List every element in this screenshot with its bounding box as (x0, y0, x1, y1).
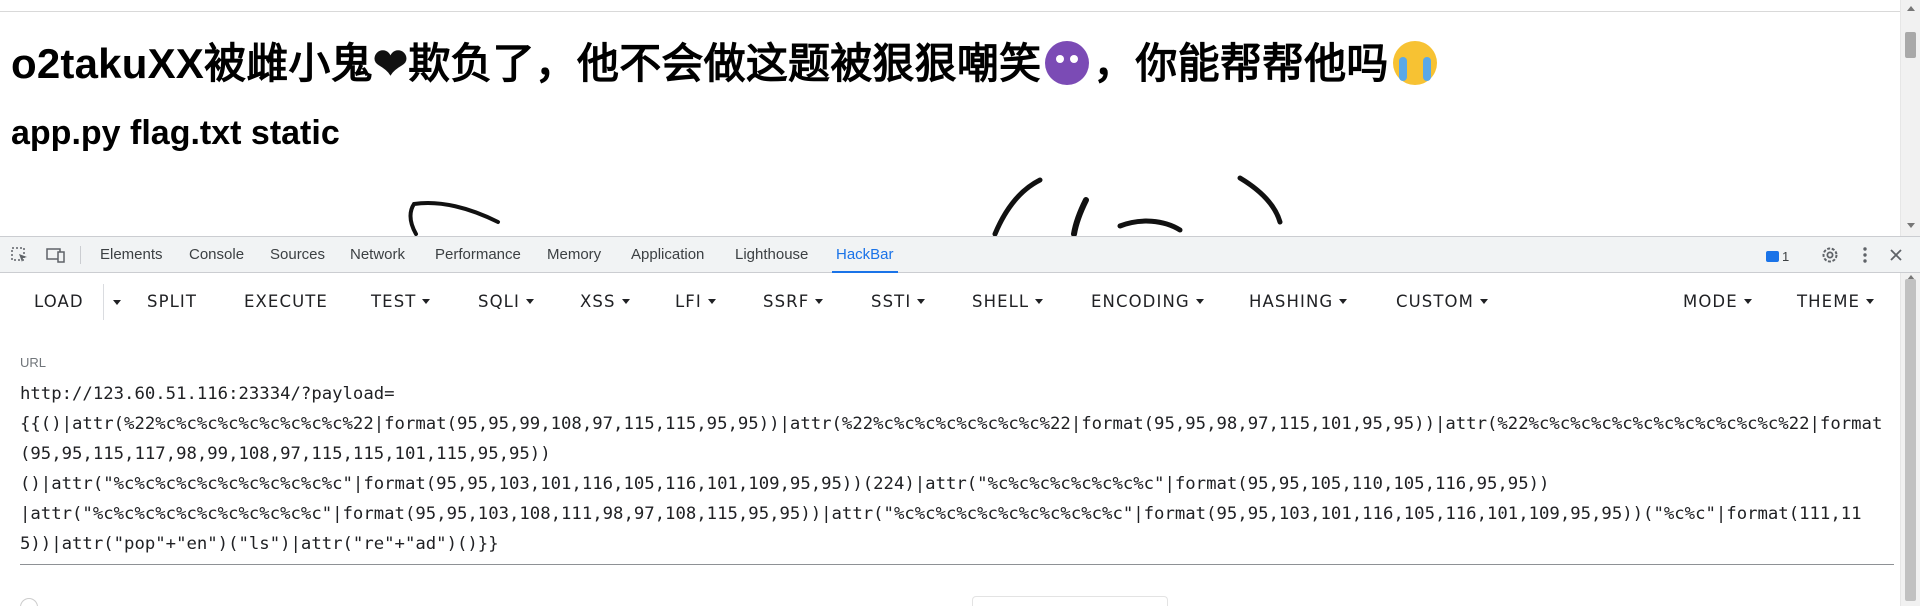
chevron-down-icon (1339, 299, 1348, 304)
chevron-down-icon (525, 299, 534, 304)
hashing-menu[interactable]: HASHING (1249, 274, 1348, 330)
sqli-menu-label: SQLI (478, 292, 520, 311)
chevron-down-icon (815, 299, 824, 304)
chevron-down-icon (1195, 299, 1204, 304)
scroll-down-arrow-icon[interactable] (1907, 223, 1915, 228)
load-divider (103, 284, 104, 320)
chevron-down-icon (422, 299, 431, 304)
lfi-menu-label: LFI (675, 292, 702, 311)
ssti-menu[interactable]: SSTI (871, 274, 926, 330)
shell-menu-label: SHELL (972, 292, 1030, 311)
hackbar-toolbar: LOAD SPLIT EXECUTE TEST SQLI XSS LFI SSR… (0, 274, 1898, 330)
devtools-tabbar: Elements Console Sources Network Perform… (0, 237, 1920, 273)
close-devtools-icon[interactable] (1886, 246, 1906, 264)
tab-performance[interactable]: Performance (435, 237, 521, 273)
crying-face-emoji-icon (1392, 41, 1437, 85)
lfi-menu[interactable]: LFI (675, 274, 716, 330)
heart-icon: ❤ (372, 40, 409, 87)
tab-hackbar[interactable]: HackBar (832, 237, 898, 273)
mode-menu-label: MODE (1683, 292, 1738, 311)
execute-button[interactable]: EXECUTE (244, 274, 328, 330)
page-top-divider (0, 11, 1900, 12)
page-scroll-thumb[interactable] (1905, 32, 1916, 58)
tab-sources[interactable]: Sources (270, 237, 325, 273)
devtools-panel: Elements Console Sources Network Perform… (0, 236, 1920, 606)
smiling-devil-emoji-icon (1045, 41, 1090, 85)
chevron-down-icon (707, 299, 716, 304)
load-button[interactable]: LOAD (34, 274, 84, 330)
file-list-heading: app.py flag.txt static (11, 114, 340, 152)
issues-message-icon (1766, 250, 1779, 262)
url-field-label: URL (20, 355, 47, 370)
test-menu-label: TEST (371, 292, 417, 311)
tab-application[interactable]: Application (631, 237, 704, 273)
page-viewport: o2takuXX被雌小鬼❤欺负了，他不会做这题被狠狠嘲笑 ，你能帮帮他吗 app.… (0, 0, 1920, 236)
chevron-down-icon (1035, 299, 1044, 304)
issues-counter[interactable]: 1 (1766, 247, 1789, 265)
split-button[interactable]: SPLIT (147, 274, 197, 330)
sketch-illustration (408, 175, 1283, 236)
shell-menu[interactable]: SHELL (972, 274, 1044, 330)
page-scrollbar[interactable] (1900, 0, 1920, 236)
custom-menu-label: CUSTOM (1396, 292, 1474, 311)
test-menu[interactable]: TEST (371, 274, 431, 330)
ssrf-menu-label: SSRF (763, 292, 810, 311)
tab-network[interactable]: Network (350, 237, 405, 273)
tabbar-separator (80, 246, 81, 264)
tab-lighthouse[interactable]: Lighthouse (735, 237, 808, 273)
device-toolbar-icon[interactable] (46, 246, 66, 264)
theme-menu[interactable]: THEME (1797, 274, 1875, 330)
theme-menu-label: THEME (1797, 292, 1861, 311)
custom-menu[interactable]: CUSTOM (1396, 274, 1488, 330)
ssti-menu-label: SSTI (871, 292, 912, 311)
chevron-down-icon (113, 300, 121, 305)
xss-menu-label: XSS (580, 292, 616, 311)
chevron-down-icon (621, 299, 630, 304)
settings-gear-icon[interactable] (1820, 246, 1840, 264)
xss-menu[interactable]: XSS (580, 274, 630, 330)
encoding-menu-label: ENCODING (1091, 292, 1190, 311)
sqli-menu[interactable]: SQLI (478, 274, 534, 330)
page-title-part1: o2takuXX被雌小鬼 (11, 40, 373, 87)
page-title-part2: 欺负了，他不会做这题被狠狠嘲笑 (408, 40, 1042, 87)
inspect-element-icon[interactable] (10, 246, 30, 264)
chevron-down-icon (1866, 299, 1875, 304)
mode-menu[interactable]: MODE (1683, 274, 1752, 330)
devtools-scrollbar[interactable] (1900, 273, 1920, 606)
page-title-part3: ，你能帮帮他吗 (1093, 40, 1389, 87)
tab-elements[interactable]: Elements (100, 237, 163, 273)
devtools-scroll-thumb[interactable] (1905, 279, 1916, 601)
hashing-menu-label: HASHING (1249, 292, 1334, 311)
more-options-kebab-icon[interactable] (1855, 246, 1875, 264)
tab-memory[interactable]: Memory (547, 237, 601, 273)
ssrf-menu[interactable]: SSRF (763, 274, 824, 330)
chevron-down-icon (917, 299, 926, 304)
url-value[interactable]: http://123.60.51.116:23334/?payload= {{(… (20, 379, 1890, 559)
partial-panel-edge (972, 596, 1168, 606)
page-title: o2takuXX被雌小鬼❤欺负了，他不会做这题被狠狠嘲笑 ，你能帮帮他吗 (11, 30, 1441, 91)
encoding-menu[interactable]: ENCODING (1091, 274, 1204, 330)
issues-count: 1 (1782, 248, 1790, 264)
chevron-down-icon (1479, 299, 1488, 304)
url-textarea[interactable]: http://123.60.51.116:23334/?payload= {{(… (20, 379, 1894, 565)
chevron-down-icon (1743, 299, 1752, 304)
scroll-up-arrow-icon[interactable] (1907, 6, 1915, 11)
load-options-dropdown[interactable] (110, 274, 126, 330)
tab-console[interactable]: Console (189, 237, 244, 273)
